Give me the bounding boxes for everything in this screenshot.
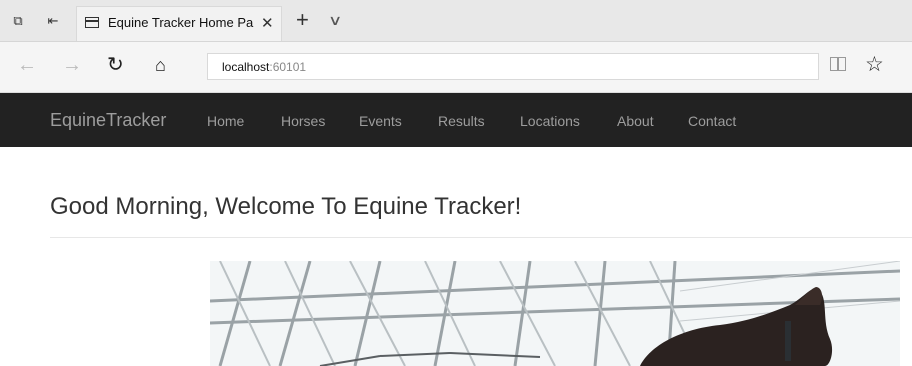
nav-horses[interactable]: Horses [281,113,325,129]
browser-toolbar: ← → ↻ ⌂ localhost:60101 ☆ [0,42,912,93]
nav-locations[interactable]: Locations [520,113,580,129]
horse-arena-image [210,261,900,366]
forward-arrow-icon[interactable]: → [62,53,82,77]
horse-photo [210,261,900,366]
brand-link[interactable]: EquineTracker [50,110,166,131]
address-port: :60101 [269,60,307,74]
page-icon [85,17,99,28]
address-bar[interactable]: localhost:60101 [207,53,819,80]
refresh-icon[interactable]: ↻ [107,53,124,77]
close-tab-icon[interactable]: ✕ [261,14,274,32]
nav-home[interactable]: Home [207,113,244,129]
new-tab-icon[interactable]: + [296,9,309,31]
address-text: localhost:60101 [222,60,306,74]
chevron-down-icon[interactable]: ∨ [328,12,342,29]
tab-preview-icon[interactable]: ⧉ [9,13,27,29]
home-icon[interactable]: ⌂ [155,53,166,77]
reading-view-icon[interactable] [830,57,846,71]
page-heading: Good Morning, Welcome To Equine Tracker! [50,193,522,220]
page-content: Good Morning, Welcome To Equine Tracker! [0,147,912,366]
star-icon[interactable]: ☆ [865,52,884,77]
tab-active[interactable]: Equine Tracker Home Pa ✕ [76,6,282,41]
divider [50,237,912,238]
nav-about[interactable]: About [617,113,654,129]
tab-strip: ⧉ ⇤ Equine Tracker Home Pa ✕ + ∨ [0,0,912,42]
nav-results[interactable]: Results [438,113,485,129]
tab-title: Equine Tracker Home Pa [108,15,254,30]
site-navbar: EquineTracker Home Horses Events Results… [0,93,912,147]
back-arrow-icon[interactable]: ← [17,53,37,77]
nav-events[interactable]: Events [359,113,402,129]
nav-contact[interactable]: Contact [688,113,736,129]
address-host: localhost [222,60,270,74]
browser-window: ⧉ ⇤ Equine Tracker Home Pa ✕ + ∨ ← → ↻ ⌂… [0,0,912,366]
set-aside-tabs-icon[interactable]: ⇤ [44,13,62,29]
